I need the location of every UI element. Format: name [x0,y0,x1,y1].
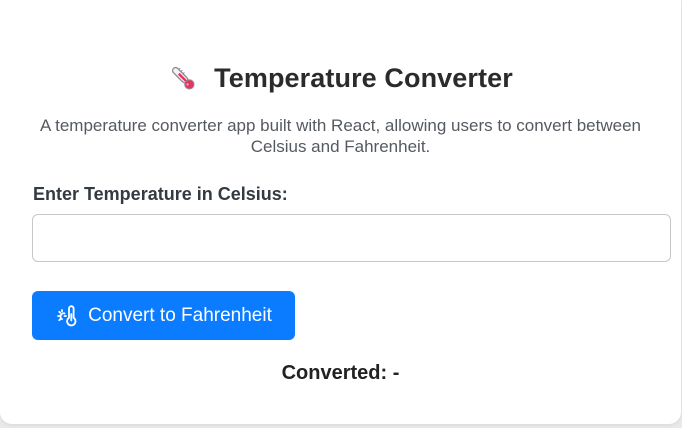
convert-button-label: Convert to Fahrenheit [88,304,272,326]
header: Temperature Converter [0,58,681,98]
celsius-input-label: Enter Temperature in Celsius: [33,184,288,204]
result-value: - [392,362,400,384]
convert-button[interactable]: Convert to Fahrenheit [32,291,295,340]
thermometer-icon [168,63,198,93]
conversion-result: Converted: - [0,362,681,385]
app-description: A temperature converter app built with R… [40,116,641,156]
converter-card: Temperature Converter A temperature conv… [0,0,681,424]
result-prefix: Converted: [281,362,388,384]
page-title: Temperature Converter [214,62,513,93]
celsius-input[interactable] [32,214,671,262]
sun-thermometer-icon [55,304,79,328]
